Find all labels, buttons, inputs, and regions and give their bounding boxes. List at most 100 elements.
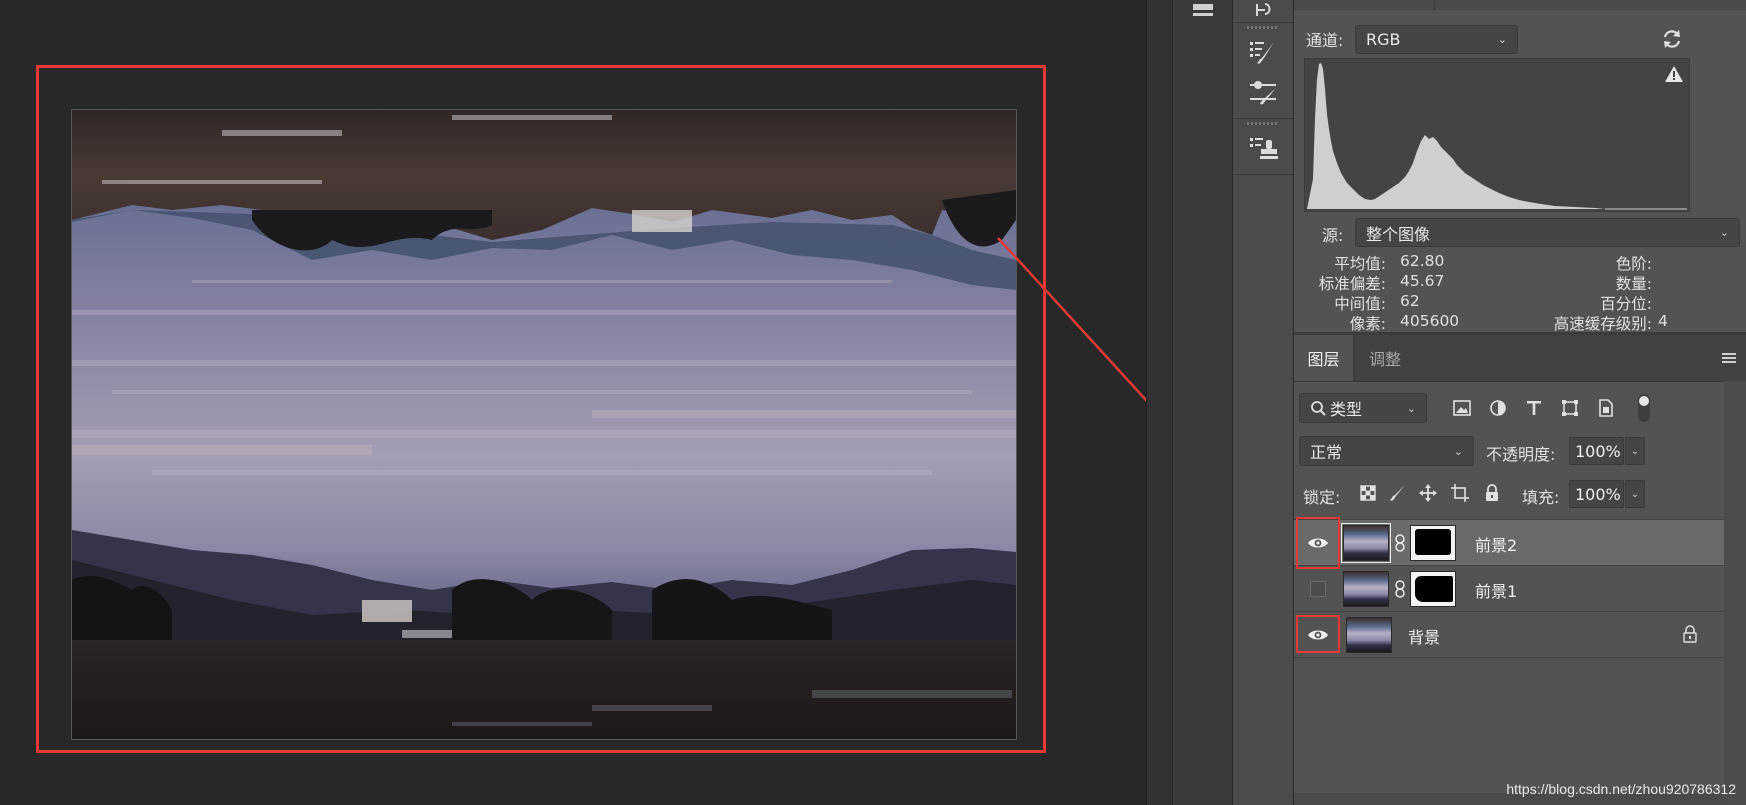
filter-adjustment-button[interactable] <box>1484 394 1512 422</box>
median-label: 中间值: <box>1334 295 1386 313</box>
opacity-input[interactable]: 100% <box>1569 437 1624 465</box>
percentile-label: 百分位: <box>1600 295 1652 313</box>
layer-mask-thumbnail[interactable] <box>1410 571 1456 607</box>
fill-dropdown-button[interactable]: ⌄ <box>1625 480 1645 508</box>
panel-gutter <box>1146 0 1173 805</box>
warning-icon <box>1665 66 1683 82</box>
move-icon <box>1419 484 1437 502</box>
tool-separator <box>1233 22 1293 23</box>
panel-grip[interactable] <box>1247 122 1279 125</box>
layer-lock-indicator[interactable] <box>1682 625 1698 647</box>
mean-label: 平均值: <box>1334 255 1386 273</box>
filter-type-button[interactable] <box>1520 394 1548 422</box>
panel-grip[interactable] <box>1247 26 1279 29</box>
stddev-value: 45.67 <box>1400 272 1445 290</box>
tab-adjustments[interactable]: 调整 <box>1354 335 1415 381</box>
clone-source-button[interactable] <box>1233 128 1293 168</box>
panel-menu-button[interactable] <box>1720 351 1738 369</box>
chevron-down-icon: ⌄ <box>1453 444 1463 458</box>
layer-name: 前景2 <box>1475 536 1518 555</box>
filter-toggle[interactable] <box>1638 394 1650 422</box>
tab-divider <box>1434 0 1435 10</box>
cache-warning-button[interactable] <box>1664 65 1684 87</box>
hidden-visibility-box <box>1310 581 1326 597</box>
refresh-button[interactable] <box>1658 25 1686 53</box>
collapsed-panel-column <box>1172 0 1233 805</box>
layer-row-foreground1[interactable]: 前景1 <box>1294 566 1724 612</box>
layer-row-foreground2[interactable]: 前景2 <box>1294 517 1724 569</box>
filter-smart-object-button[interactable] <box>1592 394 1620 422</box>
count-label: 数量: <box>1615 275 1652 293</box>
fill-label: 填充: <box>1522 488 1560 507</box>
channel-select[interactable]: RGB ⌄ <box>1355 25 1518 54</box>
layer-thumbnail[interactable] <box>1341 523 1391 563</box>
layers-scrollbar[interactable] <box>1724 381 1746 805</box>
tool-separator <box>1233 174 1293 175</box>
mask-link-button[interactable] <box>1394 580 1406 602</box>
layers-panel: 图层 调整 类型 ⌄ 正常 ⌄ 不透明度: 100% ⌄ 锁定: 填充: 100… <box>1294 335 1746 805</box>
histogram-panel: 通道: RGB ⌄ 源: 整个图像 ⌄ 平均值: 62.80 标准偏差: 45.… <box>1294 0 1746 333</box>
chain-link-icon <box>1395 534 1405 552</box>
opacity-dropdown-button[interactable]: ⌄ <box>1625 437 1645 465</box>
panel-header-strip <box>1294 0 1746 10</box>
text-type-icon <box>1527 401 1541 415</box>
histogram-graph <box>1307 63 1687 210</box>
mean-value: 62.80 <box>1400 252 1445 270</box>
layers-tab-bar: 图层 调整 <box>1294 335 1746 382</box>
lock-artboard-button[interactable] <box>1446 479 1474 507</box>
hamburger-menu-icon <box>1722 353 1736 363</box>
tool-separator <box>1233 118 1293 119</box>
annotation-highlight-box <box>1296 517 1340 569</box>
layer-filter-select[interactable]: 类型 ⌄ <box>1299 393 1427 423</box>
brush-settings-button[interactable] <box>1233 72 1293 112</box>
adjustment-circle-icon <box>1490 400 1506 416</box>
fill-value: 100% <box>1575 484 1621 504</box>
stamp-icon <box>1193 4 1213 16</box>
search-icon <box>1311 401 1326 416</box>
annotation-frame <box>36 65 1046 753</box>
watermark-url: https://blog.csdn.net/zhou920786312 <box>1506 781 1736 797</box>
toggle-knob <box>1639 396 1649 406</box>
brush-icon <box>1390 485 1405 501</box>
image-icon <box>1453 400 1471 416</box>
history-brush-button[interactable] <box>1233 0 1293 22</box>
panel-icon-strip <box>1232 0 1295 805</box>
refresh-icon <box>1663 30 1681 48</box>
pixels-label: 像素: <box>1349 315 1386 333</box>
median-value: 62 <box>1400 292 1420 310</box>
layer-thumbnail[interactable] <box>1343 571 1389 607</box>
fill-input[interactable]: 100% <box>1569 480 1624 508</box>
layer-mask-thumbnail[interactable] <box>1410 525 1456 561</box>
histogram-chart <box>1304 58 1690 212</box>
chain-link-icon <box>1395 580 1405 598</box>
clone-stamp-icon <box>1250 138 1278 159</box>
lock-all-button[interactable] <box>1478 479 1506 507</box>
brush-settings-icon <box>1250 81 1276 105</box>
filter-shape-button[interactable] <box>1556 394 1584 422</box>
chevron-down-icon: ⌄ <box>1497 33 1507 46</box>
smart-object-icon <box>1599 399 1613 417</box>
document-canvas-area[interactable] <box>0 0 1278 805</box>
chevron-down-icon: ⌄ <box>1630 445 1640 457</box>
opacity-label: 不透明度: <box>1486 445 1556 464</box>
lock-image-pixels-button[interactable] <box>1384 479 1412 507</box>
layer-thumbnail[interactable] <box>1346 617 1392 653</box>
lock-position-button[interactable] <box>1414 479 1442 507</box>
layer-name: 背景 <box>1408 628 1441 647</box>
collapsed-panel-icon[interactable] <box>1173 0 1233 20</box>
layer-row-background[interactable]: 背景 <box>1294 612 1724 658</box>
chevron-down-icon: ⌄ <box>1719 226 1729 239</box>
mask-link-button[interactable] <box>1394 534 1406 556</box>
blend-mode-select[interactable]: 正常 ⌄ <box>1299 436 1474 466</box>
tab-layers[interactable]: 图层 <box>1294 335 1353 381</box>
cache-level-value: 4 <box>1658 312 1668 330</box>
layer-name: 前景1 <box>1475 582 1518 601</box>
filter-pixel-button[interactable] <box>1448 394 1476 422</box>
source-value: 整个图像 <box>1366 224 1431 244</box>
layer-visibility-toggle[interactable] <box>1300 572 1336 606</box>
lock-transparent-pixels-button[interactable] <box>1354 479 1382 507</box>
lock-icon <box>1486 484 1498 501</box>
brush-presets-button[interactable] <box>1233 32 1293 72</box>
source-select[interactable]: 整个图像 ⌄ <box>1355 218 1740 247</box>
tab-adjustments-label: 调整 <box>1368 350 1401 369</box>
